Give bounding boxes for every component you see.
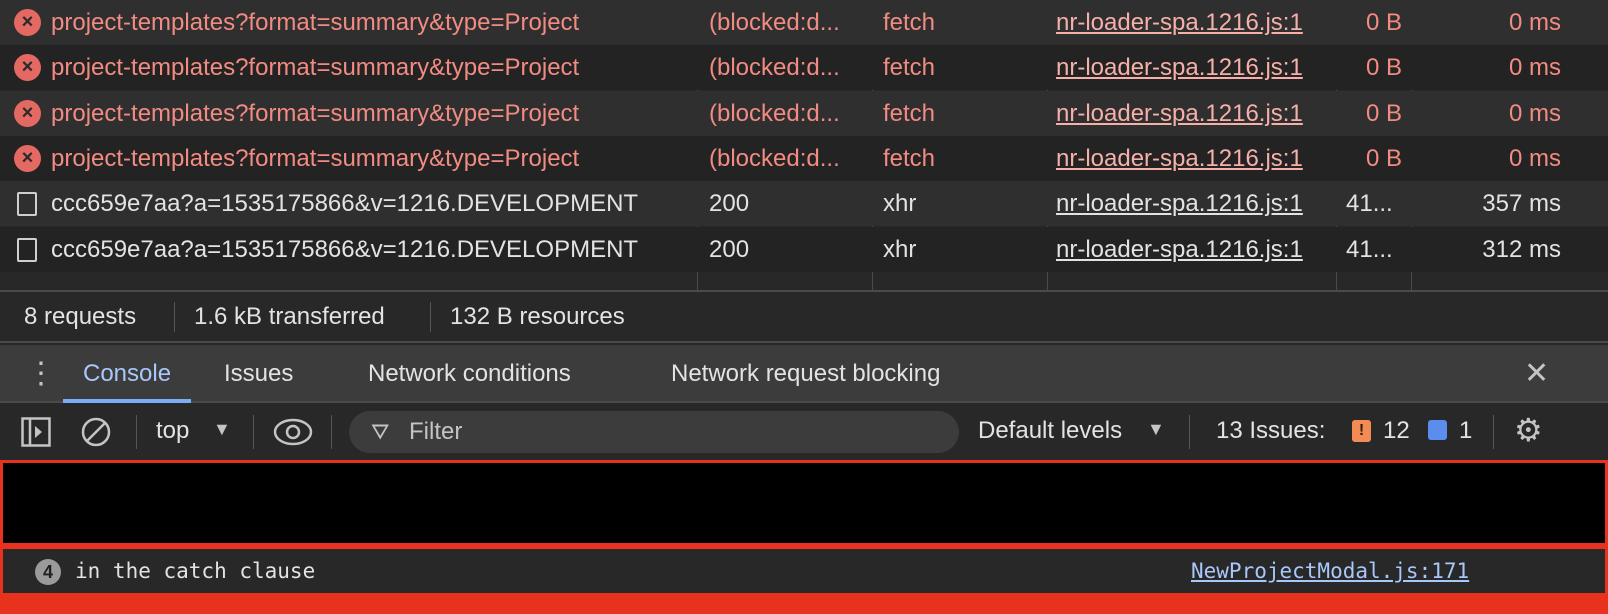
network-request-row[interactable]: × project-templates?format=summary&type=P… [0,0,1608,45]
close-drawer-icon[interactable]: ✕ [1524,345,1549,403]
context-select[interactable]: top [156,417,189,445]
divider [174,302,175,332]
info-count[interactable]: 1 [1459,417,1472,445]
request-initiator-link[interactable]: nr-loader-spa.1216.js:1 [1056,136,1332,181]
tab-network-request-blocking[interactable]: Network request blocking [671,345,940,403]
error-icon: × [14,54,41,82]
console-toolbar: top ▼ ⛛ Filter Default levels ▼ 13 Issues… [0,403,1608,460]
request-type: fetch [883,144,936,172]
request-status: 200 [709,235,750,263]
error-icon: × [14,9,41,36]
tab-console[interactable]: Console [63,345,192,403]
request-initiator-link[interactable]: nr-loader-spa.1216.js:1 [1056,91,1332,136]
request-status: (blocked:d... [709,9,840,36]
issues-label[interactable]: 13 Issues: [1216,417,1325,445]
request-size: 0 B [1365,144,1402,172]
network-summary-bar: 8 requests 1.6 kB transferred 132 B reso… [0,290,1608,343]
network-request-table: × project-templates?format=summary&type=P… [0,0,1608,290]
request-initiator-link[interactable]: nr-loader-spa.1216.js:1 [1056,45,1332,90]
redacted-console-area [0,460,1608,546]
chevron-down-icon: ▼ [1147,419,1165,439]
request-size: 0 B [1365,54,1402,82]
error-icon: × [14,99,41,127]
request-name[interactable]: project-templates?format=summary&type=Pr… [51,136,679,181]
request-size: 41... [1346,235,1393,263]
request-time: 0 ms [1508,9,1561,36]
error-icon: × [14,144,41,172]
filter-placeholder: Filter [409,418,463,445]
settings-gear-icon[interactable]: ⚙ [1514,411,1543,449]
console-message-text: in the catch clause [75,559,316,583]
highlight-border [0,596,1608,614]
network-request-row[interactable]: × project-templates?format=summary&type=P… [0,45,1608,91]
request-name[interactable]: project-templates?format=summary&type=Pr… [51,91,679,136]
clear-console-icon[interactable] [80,416,112,448]
request-type: fetch [883,99,936,127]
request-size: 0 B [1365,9,1402,36]
live-expression-eye-icon[interactable] [273,417,313,447]
tab-network-conditions[interactable]: Network conditions [368,345,571,403]
more-tools-icon[interactable]: ⋮ [26,345,56,403]
network-request-row[interactable]: ccc659e7aa?a=1535175866&v=1216.DEVELOPME… [0,181,1608,227]
request-type: fetch [883,9,936,36]
network-request-row[interactable]: × project-templates?format=summary&type=P… [0,90,1608,136]
divider [430,302,431,332]
divider [136,415,137,449]
request-time: 0 ms [1508,144,1561,172]
divider [1493,415,1494,449]
request-type: fetch [883,54,936,82]
warning-icon: ! [1352,420,1371,442]
drawer-tab-bar: ⋮ Console Issues Network conditions Netw… [0,345,1608,403]
request-status: (blocked:d... [709,144,840,172]
request-time: 357 ms [1482,190,1561,218]
network-request-row[interactable]: ccc659e7aa?a=1535175866&v=1216.DEVELOPME… [0,226,1608,272]
log-levels-dropdown[interactable]: Default levels [978,417,1122,445]
source-link[interactable]: NewProjectModal.js:171 [1191,549,1469,593]
warning-count[interactable]: 12 [1383,417,1410,445]
request-name[interactable]: ccc659e7aa?a=1535175866&v=1216.DEVELOPME… [51,181,679,226]
request-size: 0 B [1365,99,1402,127]
document-icon [17,237,37,262]
request-status: 200 [709,190,750,218]
transferred-size: 1.6 kB transferred [194,303,385,330]
request-type: xhr [883,235,917,263]
resources-size: 132 B resources [450,303,625,330]
console-message: 4 in the catch clause NewProjectModal.js… [0,546,1608,596]
info-message-icon [1428,420,1447,440]
document-icon [17,192,37,217]
divider [253,415,254,449]
request-name[interactable]: project-templates?format=summary&type=Pr… [51,45,679,90]
network-request-row[interactable]: × project-templates?format=summary&type=P… [0,135,1608,181]
repeat-count-badge: 4 [35,559,61,585]
request-time: 312 ms [1482,235,1561,263]
filter-input[interactable]: ⛛ Filter [349,411,959,453]
filter-icon: ⛛ [371,419,390,444]
request-count: 8 requests [24,303,137,330]
request-status: (blocked:d... [709,54,840,82]
chevron-down-icon: ▼ [213,419,231,439]
request-initiator-link[interactable]: nr-loader-spa.1216.js:1 [1056,227,1332,272]
tab-issues[interactable]: Issues [224,345,293,403]
divider [1189,415,1190,449]
request-initiator-link[interactable]: nr-loader-spa.1216.js:1 [1056,0,1332,45]
divider [331,415,332,449]
request-name[interactable]: ccc659e7aa?a=1535175866&v=1216.DEVELOPME… [51,227,679,272]
request-time: 0 ms [1508,54,1561,82]
request-status: (blocked:d... [709,99,840,127]
request-type: xhr [883,190,917,218]
request-name[interactable]: project-templates?format=summary&type=Pr… [51,0,679,45]
request-size: 41... [1346,190,1393,218]
request-initiator-link[interactable]: nr-loader-spa.1216.js:1 [1056,181,1332,226]
sidebar-toggle-icon[interactable] [21,417,51,447]
request-time: 0 ms [1508,99,1561,127]
